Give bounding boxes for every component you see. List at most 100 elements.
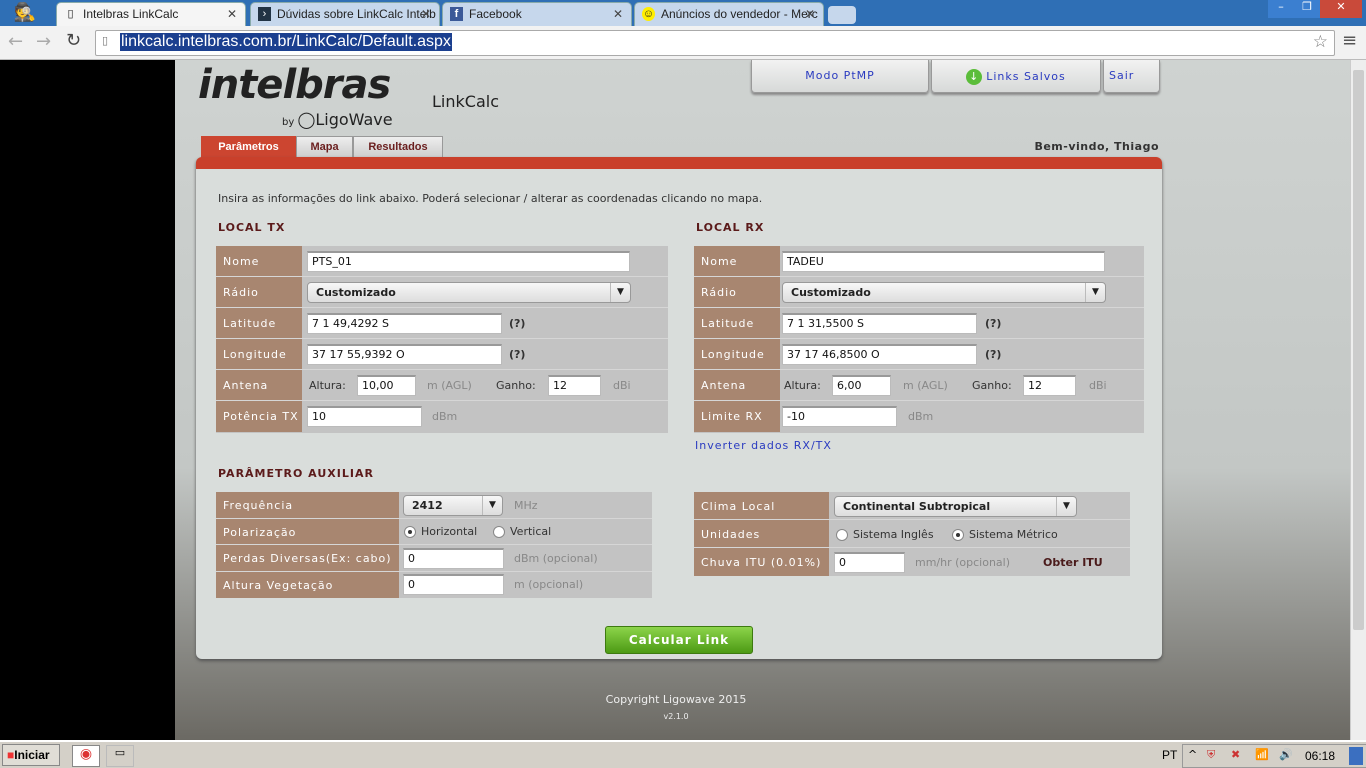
button-label: Sair	[1109, 69, 1135, 82]
help-link[interactable]: (?)	[509, 348, 525, 361]
security-icon[interactable]: ⛨	[1207, 748, 1215, 762]
ganho-unit: dBi	[1089, 379, 1107, 392]
start-label: Iniciar	[14, 748, 50, 762]
rx-altura-input[interactable]: 6,00	[832, 375, 891, 396]
url-text[interactable]: linkcalc.intelbras.com.br/LinkCalc/Defau…	[120, 33, 452, 51]
ganho-unit: dBi	[613, 379, 631, 392]
field-label: Clima Local	[694, 492, 829, 519]
forward-icon[interactable]: →	[36, 31, 51, 52]
back-icon[interactable]: ←	[8, 31, 23, 52]
download-arrow-icon: ↓	[966, 69, 983, 85]
field-label: Frequência	[216, 492, 399, 518]
close-tab-icon[interactable]: ✕	[421, 7, 431, 21]
saved-links-button[interactable]: ↓ Links Salvos	[931, 60, 1101, 93]
browser-tab[interactable]: › Dúvidas sobre LinkCalc Intelb ✕	[250, 2, 440, 26]
invert-rx-tx-link[interactable]: Inverter dados RX/TX	[695, 439, 832, 452]
tab-mapa[interactable]: Mapa	[296, 136, 353, 158]
chrome-taskbar-icon[interactable]: ◉	[72, 745, 100, 767]
field-label: Limite RX	[694, 401, 780, 432]
units-english-radio[interactable]: Sistema Inglês	[836, 528, 934, 541]
language-indicator[interactable]: PT	[1162, 748, 1177, 762]
ptmp-mode-button[interactable]: Modo PtMP	[751, 60, 929, 93]
volume-icon[interactable]: 🔊	[1279, 748, 1293, 761]
veg-unit: m (opcional)	[514, 578, 584, 591]
help-link[interactable]: (?)	[509, 317, 525, 330]
field-label: Latitude	[216, 308, 302, 338]
units-metric-radio[interactable]: Sistema Métrico	[952, 528, 1058, 541]
network-icon[interactable]: 📶	[1255, 748, 1269, 761]
tx-longitude-input[interactable]: 37 17 55,9392 O	[307, 344, 502, 365]
bookmark-star-icon[interactable]: ☆	[1313, 32, 1328, 52]
start-button[interactable]: ■Iniciar	[2, 744, 60, 766]
button-label: Modo PtMP	[805, 69, 875, 82]
field-label: Longitude	[216, 339, 302, 369]
tx-altura-input[interactable]: 10,00	[357, 375, 416, 396]
vegetation-height-input[interactable]: 0	[403, 574, 504, 595]
loss-unit: dBm (opcional)	[514, 552, 598, 565]
field-label: Rádio	[216, 277, 302, 307]
select-value: Customizado	[316, 286, 396, 299]
rx-name-input[interactable]: TADEU	[782, 251, 1105, 272]
field-label: Nome	[694, 246, 780, 276]
radio-checked-icon	[952, 529, 964, 541]
altura-label: Altura:	[784, 379, 821, 392]
browser-tab[interactable]: ▯ Intelbras LinkCalc ✕	[56, 2, 246, 26]
frequency-select[interactable]: 2412 ▼	[403, 495, 503, 516]
clock[interactable]: 06:18	[1305, 749, 1335, 763]
reload-icon[interactable]: ↻	[66, 30, 81, 51]
tab-title: Dúvidas sobre LinkCalc Intelb	[277, 7, 436, 21]
close-tab-icon[interactable]: ✕	[613, 7, 623, 21]
exit-button[interactable]: Sair	[1103, 60, 1160, 93]
rx-radio-select[interactable]: Customizado ▼	[782, 282, 1106, 303]
mercadolivre-icon: ☺	[642, 7, 655, 21]
tx-power-input[interactable]: 10	[307, 406, 422, 427]
losses-input[interactable]: 0	[403, 548, 504, 569]
dropdown-arrow-icon: ▼	[1085, 283, 1105, 302]
tx-latitude-input[interactable]: 7 1 49,4292 S	[307, 313, 502, 334]
rx-latitude-input[interactable]: 7 1 31,5500 S	[782, 313, 977, 334]
field-label: Chuva ITU (0.01%)	[694, 548, 829, 576]
climate-select[interactable]: Continental Subtropical ▼	[834, 496, 1077, 517]
rx-limit-input[interactable]: -10	[782, 406, 897, 427]
tx-ganho-input[interactable]: 12	[548, 375, 601, 396]
tx-radio-select[interactable]: Customizado ▼	[307, 282, 631, 303]
calculate-link-button[interactable]: Calcular Link	[605, 626, 753, 654]
field-label: Longitude	[694, 339, 780, 369]
select-value: Continental Subtropical	[843, 500, 991, 513]
environment-table: Clima Local Continental Subtropical ▼ Unid…	[694, 492, 1130, 576]
polarization-vertical-radio[interactable]: Vertical	[493, 525, 551, 538]
scrollbar[interactable]	[1350, 60, 1366, 740]
app-taskbar-icon[interactable]: ▭	[106, 745, 134, 767]
show-desktop-icon[interactable]	[1349, 747, 1363, 765]
rx-ganho-input[interactable]: 12	[1023, 375, 1076, 396]
field-label: Antena	[216, 370, 302, 400]
alert-icon[interactable]: ✖	[1231, 748, 1240, 761]
new-tab-button[interactable]	[828, 6, 856, 24]
browser-tab[interactable]: ☺ Anúncios do vendedor - Merc ✕	[634, 2, 824, 26]
tab-resultados[interactable]: Resultados	[353, 136, 443, 158]
altura-unit: m (AGL)	[903, 379, 948, 392]
close-window-button[interactable]: ✕	[1320, 0, 1362, 18]
tx-name-input[interactable]: PTS_01	[307, 251, 630, 272]
aux-table: Frequência 2412 ▼ MHz Polarização Horizontal…	[216, 492, 652, 598]
help-link[interactable]: (?)	[985, 348, 1001, 361]
browser-tab-strip: 🕵 ▯ Intelbras LinkCalc ✕ › Dúvidas sobre Li…	[0, 0, 1366, 26]
radio-unchecked-icon	[493, 526, 505, 538]
get-itu-link[interactable]: Obter ITU	[1043, 556, 1103, 569]
browser-tab[interactable]: f Facebook ✕	[442, 2, 632, 26]
minimize-button[interactable]: –	[1268, 0, 1294, 18]
close-tab-icon[interactable]: ✕	[227, 7, 237, 21]
altura-unit: m (AGL)	[427, 379, 472, 392]
tab-parametros[interactable]: Parâmetros	[201, 136, 296, 158]
tray-expand-icon[interactable]: ^	[1188, 748, 1197, 761]
maximize-button[interactable]: ❐	[1294, 0, 1320, 18]
field-label: Altura Vegetação	[216, 572, 399, 598]
rx-longitude-input[interactable]: 37 17 46,8500 O	[782, 344, 977, 365]
tx-section-title: LOCAL TX	[218, 221, 286, 234]
rain-itu-input[interactable]: 0	[834, 552, 905, 573]
menu-icon[interactable]: ≡	[1342, 30, 1357, 51]
help-link[interactable]: (?)	[985, 317, 1001, 330]
field-label: Latitude	[694, 308, 780, 338]
close-tab-icon[interactable]: ✕	[805, 7, 815, 21]
polarization-horizontal-radio[interactable]: Horizontal	[404, 525, 477, 538]
